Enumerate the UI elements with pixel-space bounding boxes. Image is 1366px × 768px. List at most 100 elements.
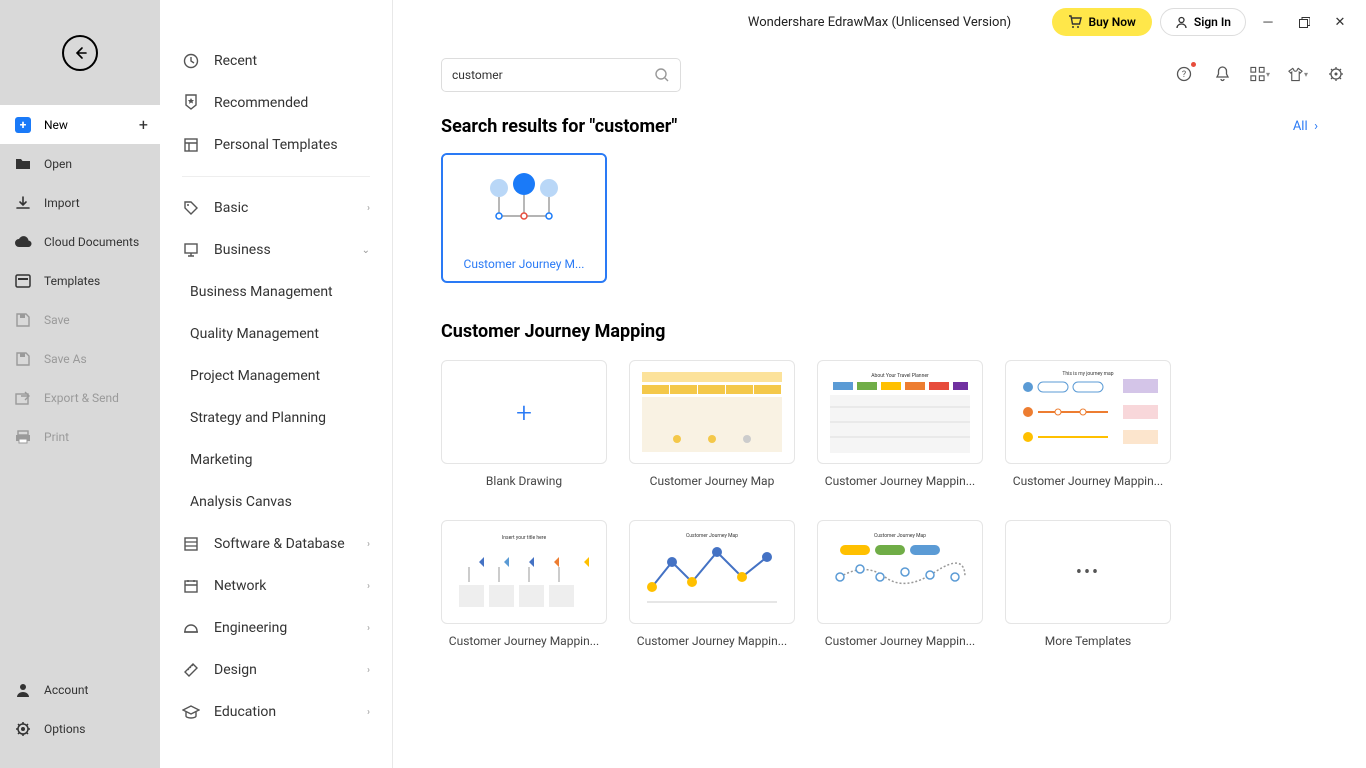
settings-button[interactable]	[1326, 64, 1346, 84]
sidebar-item-templates[interactable]: Templates	[0, 261, 160, 300]
mid-item-engineering[interactable]: Engineering ›	[160, 607, 392, 649]
template-blank[interactable]: + Blank Drawing	[441, 360, 607, 498]
sidebar-item-open[interactable]: Open	[0, 144, 160, 183]
shirt-button[interactable]: ▾	[1288, 64, 1308, 84]
saveas-label: Save As	[44, 352, 87, 366]
business-label: Business	[214, 242, 271, 258]
minimize-button[interactable]: ─	[1254, 8, 1282, 36]
sub-project-mgmt[interactable]: Project Management	[160, 355, 392, 397]
hardhat-icon	[182, 619, 200, 637]
svg-text:About Your Travel Planner: About Your Travel Planner	[871, 373, 929, 379]
close-button[interactable]: ✕	[1326, 8, 1354, 36]
sidebar-item-print: Print	[0, 417, 160, 456]
mid-item-recommended[interactable]: Recommended	[160, 82, 392, 124]
sidebar-item-new[interactable]: New +	[0, 105, 160, 144]
mid-item-education[interactable]: Education ›	[160, 691, 392, 733]
gear-icon	[14, 720, 32, 738]
arrow-left-icon	[72, 45, 88, 61]
cloud-label: Cloud Documents	[44, 235, 139, 249]
search-result-card[interactable]: Customer Journey M...	[441, 153, 607, 283]
result-thumb	[443, 155, 605, 247]
software-label: Software & Database	[214, 536, 345, 552]
toolbar-right: ? ▾ ▾	[1174, 64, 1346, 84]
buy-now-button[interactable]: Buy Now	[1052, 8, 1151, 36]
svg-text:Customer Journey Map: Customer Journey Map	[874, 533, 926, 539]
back-button[interactable]	[62, 35, 98, 71]
sidebar-item-import[interactable]: Import	[0, 183, 160, 222]
search-box[interactable]	[441, 58, 681, 92]
cloud-icon	[14, 233, 32, 251]
search-input[interactable]	[452, 68, 646, 82]
all-link[interactable]: All ›	[1293, 119, 1318, 134]
back-area	[0, 0, 160, 105]
template-card[interactable]: Customer Journey Map Customer Journey Ma…	[629, 520, 795, 658]
left-bottom: Account Options	[0, 670, 160, 768]
mid-item-personal[interactable]: Personal Templates	[160, 124, 392, 166]
new-icon	[14, 116, 32, 134]
template-card[interactable]: About Your Travel Planner Customer Journ…	[817, 360, 983, 498]
sidebar-item-account[interactable]: Account	[0, 670, 160, 709]
sidebar-item-save: Save	[0, 300, 160, 339]
import-icon	[14, 194, 32, 212]
svg-text:?: ?	[1182, 70, 1186, 80]
template-more[interactable]: ••• More Templates	[1005, 520, 1171, 658]
sub-quality-mgmt[interactable]: Quality Management	[160, 313, 392, 355]
mid-item-recent[interactable]: Recent	[160, 40, 392, 82]
t0-label: Blank Drawing	[441, 464, 607, 498]
mid-item-network[interactable]: Network ›	[160, 565, 392, 607]
signin-button[interactable]: Sign In	[1160, 8, 1246, 36]
sub-analysis[interactable]: Analysis Canvas	[160, 481, 392, 523]
dots-icon: •••	[1076, 562, 1100, 583]
notification-dot-icon	[1191, 62, 1196, 67]
template-card[interactable]: Customer Journey Map Customer Journey Ma…	[817, 520, 983, 658]
design-label: Design	[214, 662, 257, 678]
mid-item-basic[interactable]: Basic ›	[160, 187, 392, 229]
save-label: Save	[44, 313, 70, 327]
result-label: Customer Journey M...	[443, 247, 605, 281]
results-title: Search results for "customer"	[441, 116, 677, 137]
chevron-right-icon: ›	[367, 665, 370, 676]
folder-icon	[14, 155, 32, 173]
save-icon	[14, 311, 32, 329]
template-card[interactable]: Customer Journey Map	[629, 360, 795, 498]
template-card[interactable]: This is my journey map Customer Journey …	[1005, 360, 1171, 498]
engineering-label: Engineering	[214, 620, 287, 636]
chevron-right-icon: ›	[367, 707, 370, 718]
export-label: Export & Send	[44, 391, 119, 405]
mid-item-business[interactable]: Business ⌄	[160, 229, 392, 271]
print-icon	[14, 428, 32, 446]
user-icon	[14, 681, 32, 699]
recommended-label: Recommended	[214, 95, 308, 111]
maximize-button[interactable]	[1290, 8, 1318, 36]
export-icon	[14, 389, 32, 407]
sub-business-mgmt[interactable]: Business Management	[160, 271, 392, 313]
basic-label: Basic	[214, 200, 248, 216]
t4-label: Customer Journey Mappin...	[441, 624, 607, 658]
sub-strategy[interactable]: Strategy and Planning	[160, 397, 392, 439]
app-title: Wondershare EdrawMax (Unlicensed Version…	[748, 15, 1011, 30]
network-label: Network	[214, 578, 266, 594]
sidebar-item-options[interactable]: Options	[0, 709, 160, 748]
mid-item-design[interactable]: Design ›	[160, 649, 392, 691]
sidebar-item-cloud[interactable]: Cloud Documents	[0, 222, 160, 261]
buy-label: Buy Now	[1088, 15, 1135, 29]
templates-label: Templates	[44, 274, 100, 288]
grid-button[interactable]: ▾	[1250, 64, 1270, 84]
t7-label: More Templates	[1005, 624, 1171, 658]
titlebar-right: Buy Now Sign In ─ ✕	[1052, 8, 1354, 36]
chevron-right-icon: ›	[367, 539, 370, 550]
template-card[interactable]: Insert your title here Customer Journey …	[441, 520, 607, 658]
templates-icon	[14, 272, 32, 290]
bell-button[interactable]	[1212, 64, 1232, 84]
search-icon[interactable]	[654, 67, 670, 83]
template-grid: + Blank Drawing Customer Journey Map Abo…	[441, 360, 1318, 658]
t1-label: Customer Journey Map	[629, 464, 795, 498]
sub-marketing[interactable]: Marketing	[160, 439, 392, 481]
help-button[interactable]: ?	[1174, 64, 1194, 84]
mid-item-software[interactable]: Software & Database ›	[160, 523, 392, 565]
add-icon[interactable]: +	[139, 115, 148, 134]
db-icon	[182, 535, 200, 553]
content: Search results for "customer" All ›	[393, 92, 1366, 768]
saveas-icon	[14, 350, 32, 368]
sidebar-left: New + Open Import Cloud Documents Templa…	[0, 0, 160, 768]
